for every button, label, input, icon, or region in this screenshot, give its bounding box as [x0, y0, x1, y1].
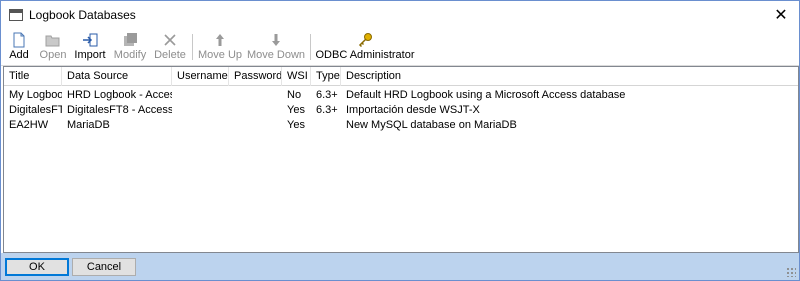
- modify-label: Modify: [113, 49, 147, 61]
- title-bar[interactable]: Logbook Databases ✕: [1, 1, 799, 30]
- import-label: Import: [74, 49, 106, 61]
- odbc-administrator-button[interactable]: ODBC Administrator: [315, 30, 415, 64]
- cell-title: DigitalesFT8: [9, 104, 62, 116]
- open-button[interactable]: Open: [38, 30, 68, 64]
- delete-x-icon: [162, 32, 178, 48]
- table-row[interactable]: EA2HW MariaDB Yes New MySQL database on …: [4, 118, 798, 133]
- cell-title: EA2HW: [9, 119, 49, 131]
- databases-table[interactable]: Title Data Source Username Password WSI …: [3, 66, 799, 253]
- cell-wsi: Yes: [287, 119, 305, 131]
- cell-password: [229, 103, 282, 118]
- cell-username: [172, 118, 229, 133]
- cell-type: [311, 118, 341, 133]
- new-document-icon: [11, 32, 27, 48]
- move-down-label: Move Down: [246, 49, 306, 61]
- column-header-title[interactable]: Title: [4, 67, 62, 86]
- toolbar-separator: [192, 34, 193, 60]
- move-down-button[interactable]: Move Down: [247, 30, 305, 64]
- odbc-administrator-label: ODBC Administrator: [315, 49, 415, 61]
- add-button[interactable]: Add: [7, 30, 31, 64]
- folder-open-icon: [45, 32, 61, 48]
- cell-data-source: MariaDB: [67, 119, 110, 131]
- move-up-button[interactable]: Move Up: [197, 30, 243, 64]
- import-arrow-icon: [82, 32, 98, 48]
- arrow-down-icon: [268, 32, 284, 48]
- import-button[interactable]: Import: [73, 30, 107, 64]
- cell-username: [172, 88, 229, 103]
- toolbar: Add Open Import Modify Delete Move Up Mo…: [1, 30, 799, 66]
- logbook-databases-window: Logbook Databases ✕ Add Open Import Modi…: [0, 0, 800, 281]
- cell-wsi: Yes: [287, 104, 305, 116]
- cell-description: New MySQL database on MariaDB: [346, 119, 517, 131]
- cell-type: 6.3+: [316, 104, 338, 116]
- cell-username: [172, 103, 229, 118]
- delete-button[interactable]: Delete: [153, 30, 187, 64]
- table-row[interactable]: DigitalesFT8 DigitalesFT8 - Access Yes 6…: [4, 103, 798, 118]
- window-title: Logbook Databases: [29, 8, 136, 22]
- arrow-up-icon: [212, 32, 228, 48]
- cell-title: My Logbook: [9, 89, 62, 101]
- column-header-username[interactable]: Username: [172, 67, 229, 86]
- move-up-label: Move Up: [197, 49, 243, 61]
- window-icon: [9, 9, 23, 21]
- cell-type: 6.3+: [316, 89, 338, 101]
- cell-password: [229, 118, 282, 133]
- resize-grip[interactable]: [786, 267, 796, 277]
- column-header-description[interactable]: Description: [341, 67, 798, 86]
- cell-data-source: DigitalesFT8 - Access: [67, 104, 172, 116]
- cell-data-source: HRD Logbook - Access: [67, 89, 172, 101]
- delete-label: Delete: [154, 49, 186, 61]
- column-header-password[interactable]: Password: [229, 67, 282, 86]
- column-header-type[interactable]: Type: [311, 67, 341, 86]
- table-row[interactable]: My Logbook HRD Logbook - Access No 6.3+ …: [4, 88, 798, 103]
- key-icon: [357, 32, 373, 48]
- table-header: Title Data Source Username Password WSI …: [4, 67, 798, 86]
- cell-description: Importación desde WSJT-X: [346, 104, 480, 116]
- column-header-wsi[interactable]: WSI: [282, 67, 311, 86]
- cell-password: [229, 88, 282, 103]
- dialog-footer: OK Cancel: [1, 253, 799, 280]
- cell-description: Default HRD Logbook using a Microsoft Ac…: [346, 89, 626, 101]
- add-label: Add: [9, 49, 29, 61]
- modify-button[interactable]: Modify: [111, 30, 149, 64]
- cancel-button[interactable]: Cancel: [72, 258, 136, 276]
- modify-icon: [122, 32, 138, 48]
- open-label: Open: [39, 49, 67, 61]
- cell-wsi: No: [287, 89, 302, 101]
- close-button[interactable]: ✕: [771, 5, 791, 25]
- ok-button[interactable]: OK: [5, 258, 69, 276]
- toolbar-separator: [310, 34, 311, 60]
- column-header-data-source[interactable]: Data Source: [62, 67, 172, 86]
